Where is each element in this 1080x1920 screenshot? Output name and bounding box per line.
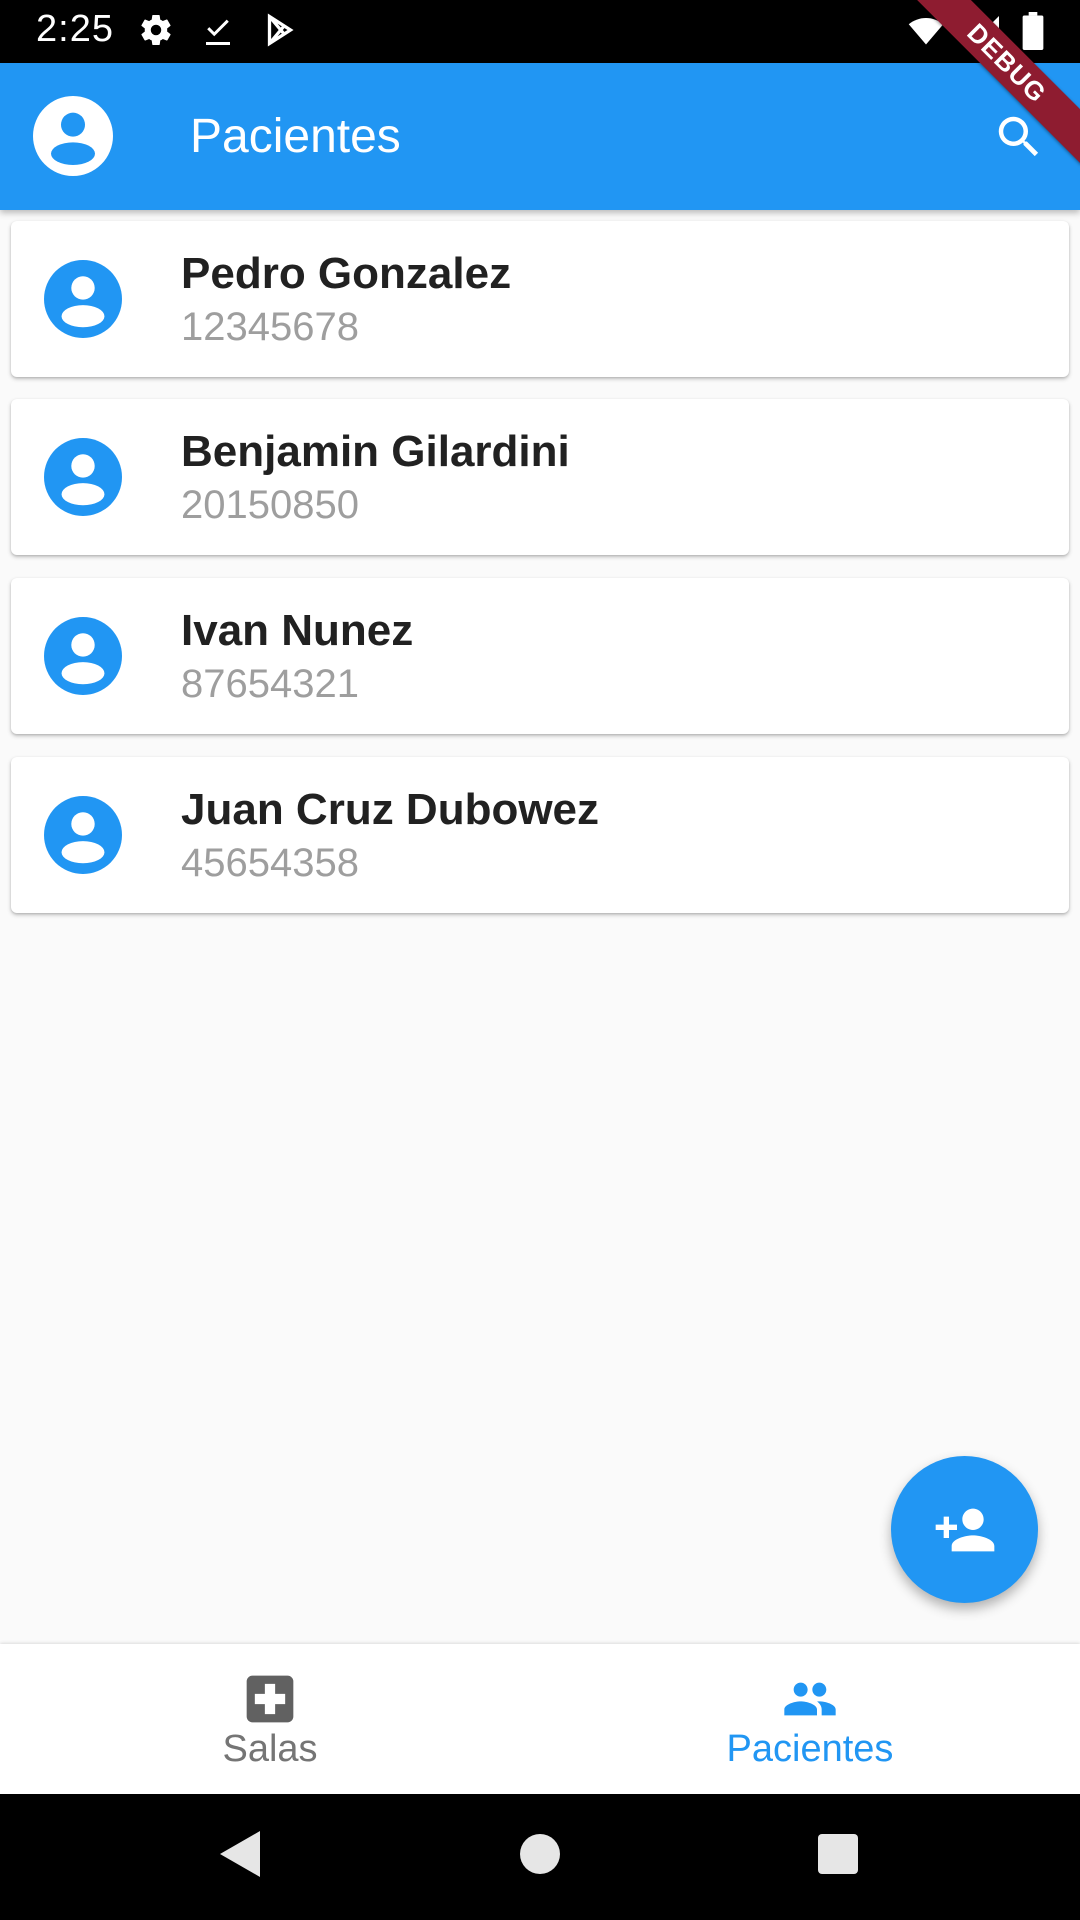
home-circle-icon xyxy=(520,1834,560,1874)
status-icons-right xyxy=(906,12,1044,50)
nav-label-salas: Salas xyxy=(222,1728,318,1770)
account-circle-icon xyxy=(44,796,122,874)
medical-cross-icon xyxy=(246,1675,294,1723)
nav-label-pacientes: Pacientes xyxy=(726,1728,894,1770)
people-icon xyxy=(784,1682,836,1716)
patient-id: 12345678 xyxy=(181,305,359,349)
account-circle-icon xyxy=(44,438,122,516)
recents-button[interactable] xyxy=(808,1824,868,1884)
patient-name: Juan Cruz Dubowez xyxy=(181,785,600,834)
patient-name: Pedro Gonzalez xyxy=(181,249,512,298)
person-add-icon xyxy=(935,1508,994,1551)
add-patient-button[interactable] xyxy=(891,1456,1038,1603)
nav-item-pacientes[interactable]: Pacientes xyxy=(540,1644,1080,1794)
search-icon[interactable] xyxy=(992,110,1046,164)
bottom-navigation: Salas Pacientes xyxy=(0,1644,1080,1794)
account-circle-icon[interactable] xyxy=(33,96,113,176)
patient-id: 20150850 xyxy=(181,483,359,527)
patient-card[interactable]: Pedro Gonzalez 12345678 xyxy=(11,221,1069,377)
status-bar: 2:25 xyxy=(0,0,1080,63)
wifi-icon xyxy=(908,17,944,45)
patient-card[interactable]: Benjamin Gilardini 20150850 xyxy=(11,399,1069,555)
account-circle-icon xyxy=(44,617,122,695)
patient-name: Ivan Nunez xyxy=(181,606,414,655)
play-store-icon xyxy=(267,13,294,47)
back-triangle-icon xyxy=(220,1831,260,1877)
patient-name: Benjamin Gilardini xyxy=(181,427,570,476)
page-title: Pacientes xyxy=(190,110,401,163)
system-navigation-bar xyxy=(0,1794,1080,1920)
recents-square-icon xyxy=(818,1834,858,1874)
app-bar: Pacientes xyxy=(0,63,1080,210)
back-button[interactable] xyxy=(210,1824,270,1884)
gear-icon xyxy=(141,15,171,46)
check-download-icon xyxy=(206,19,230,45)
status-icons-left xyxy=(138,12,298,48)
patient-card[interactable]: Ivan Nunez 87654321 xyxy=(11,578,1069,734)
home-button[interactable] xyxy=(510,1824,570,1884)
status-time: 2:25 xyxy=(36,8,114,50)
patient-id: 45654358 xyxy=(181,841,359,885)
nav-item-salas[interactable]: Salas xyxy=(0,1644,540,1794)
patient-list: Pedro Gonzalez 12345678 Benjamin Gilardi… xyxy=(0,210,1080,1644)
account-circle-icon xyxy=(44,260,122,338)
patient-card[interactable]: Juan Cruz Dubowez 45654358 xyxy=(11,757,1069,913)
patient-id: 87654321 xyxy=(181,662,359,706)
signal-icon xyxy=(969,16,999,46)
battery-icon xyxy=(1022,12,1044,50)
